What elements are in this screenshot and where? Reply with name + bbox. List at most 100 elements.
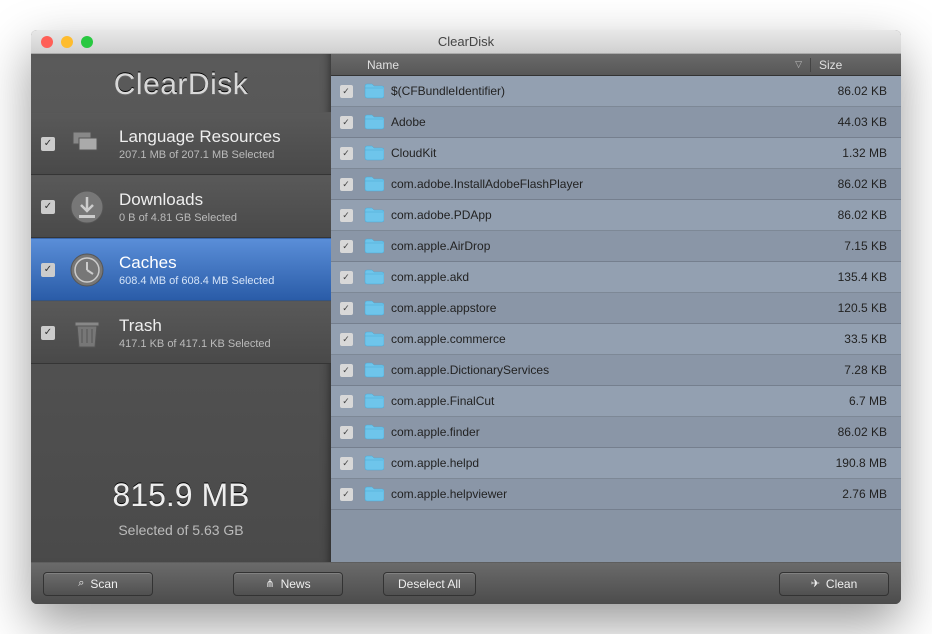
table-body[interactable]: ✓ $(CFBundleIdentifier) 86.02 KB ✓ Adobe… (331, 76, 901, 562)
close-window-button[interactable] (41, 36, 53, 48)
sidebar: ClearDisk ✓ Language Resources 207.1 MB … (31, 54, 331, 562)
broom-icon: ✈ (811, 577, 820, 590)
table-row[interactable]: ✓ com.apple.helpviewer 2.76 MB (331, 479, 901, 510)
folder-icon (361, 145, 387, 161)
folder-icon (361, 362, 387, 378)
minimize-window-button[interactable] (61, 36, 73, 48)
row-name: com.apple.appstore (387, 301, 819, 315)
row-name: com.apple.commerce (387, 332, 819, 346)
row-size: 7.15 KB (819, 239, 901, 253)
folder-icon (361, 269, 387, 285)
category-name: Language Resources (119, 127, 281, 147)
row-size: 86.02 KB (819, 425, 901, 439)
rss-icon: ⋔ (265, 577, 274, 590)
table-row[interactable]: ✓ com.adobe.PDApp 86.02 KB (331, 200, 901, 231)
row-name: com.apple.DictionaryServices (387, 363, 819, 377)
table-header: Name ▽ Size (331, 54, 901, 76)
category-checkbox[interactable]: ✓ (41, 263, 55, 277)
sidebar-category-language-resources[interactable]: ✓ Language Resources 207.1 MB of 207.1 M… (31, 112, 331, 175)
row-checkbox[interactable]: ✓ (340, 209, 353, 222)
table-row[interactable]: ✓ com.apple.akd 135.4 KB (331, 262, 901, 293)
folder-icon (361, 424, 387, 440)
table-row[interactable]: ✓ com.apple.commerce 33.5 KB (331, 324, 901, 355)
row-checkbox[interactable]: ✓ (340, 147, 353, 160)
row-checkbox[interactable]: ✓ (340, 488, 353, 501)
table-row[interactable]: ✓ com.apple.AirDrop 7.15 KB (331, 231, 901, 262)
folder-icon (361, 455, 387, 471)
row-checkbox[interactable]: ✓ (340, 395, 353, 408)
row-checkbox[interactable]: ✓ (340, 178, 353, 191)
folder-icon (361, 238, 387, 254)
row-name: com.apple.helpviewer (387, 487, 819, 501)
folder-icon (361, 83, 387, 99)
category-name: Downloads (119, 190, 237, 210)
row-name: com.apple.FinalCut (387, 394, 819, 408)
row-checkbox[interactable]: ✓ (340, 302, 353, 315)
news-button[interactable]: ⋔ News (233, 572, 343, 596)
row-name: com.apple.akd (387, 270, 819, 284)
table-row[interactable]: ✓ com.apple.appstore 120.5 KB (331, 293, 901, 324)
sidebar-category-downloads[interactable]: ✓ Downloads 0 B of 4.81 GB Selected (31, 175, 331, 238)
app-brand: ClearDisk (31, 54, 331, 112)
row-size: 190.8 MB (819, 456, 901, 470)
column-header-name[interactable]: Name ▽ (361, 58, 811, 72)
row-name: $(CFBundleIdentifier) (387, 84, 819, 98)
row-name: com.adobe.PDApp (387, 208, 819, 222)
file-list-panel: Name ▽ Size ✓ $(CFBundleIdentifier) 86.0… (331, 54, 901, 562)
category-subtitle: 417.1 KB of 417.1 KB Selected (119, 338, 271, 350)
clean-button[interactable]: ✈ Clean (779, 572, 889, 596)
sidebar-category-trash[interactable]: ✓ Trash 417.1 KB of 417.1 KB Selected (31, 301, 331, 364)
table-row[interactable]: ✓ com.adobe.InstallAdobeFlashPlayer 86.0… (331, 169, 901, 200)
table-row[interactable]: ✓ com.apple.DictionaryServices 7.28 KB (331, 355, 901, 386)
row-size: 7.28 KB (819, 363, 901, 377)
row-checkbox[interactable]: ✓ (340, 240, 353, 253)
row-checkbox[interactable]: ✓ (340, 271, 353, 284)
row-checkbox[interactable]: ✓ (340, 457, 353, 470)
column-header-size[interactable]: Size (811, 58, 901, 72)
zoom-window-button[interactable] (81, 36, 93, 48)
sidebar-category-caches[interactable]: ✓ Caches 608.4 MB of 608.4 MB Selected (31, 238, 331, 301)
row-size: 86.02 KB (819, 84, 901, 98)
folder-icon (361, 393, 387, 409)
row-checkbox[interactable]: ✓ (340, 116, 353, 129)
row-name: com.apple.helpd (387, 456, 819, 470)
titlebar: ClearDisk (31, 30, 901, 54)
table-row[interactable]: ✓ com.apple.FinalCut 6.7 MB (331, 386, 901, 417)
category-subtitle: 608.4 MB of 608.4 MB Selected (119, 275, 274, 287)
category-name: Caches (119, 253, 274, 273)
total-selected-size: 815.9 MB (31, 477, 331, 514)
row-checkbox[interactable]: ✓ (340, 364, 353, 377)
category-checkbox[interactable]: ✓ (41, 326, 55, 340)
category-subtitle: 207.1 MB of 207.1 MB Selected (119, 149, 281, 161)
category-checkbox[interactable]: ✓ (41, 200, 55, 214)
row-size: 1.32 MB (819, 146, 901, 160)
table-row[interactable]: ✓ CloudKit 1.32 MB (331, 138, 901, 169)
row-checkbox[interactable]: ✓ (340, 333, 353, 346)
row-checkbox[interactable]: ✓ (340, 426, 353, 439)
table-row[interactable]: ✓ com.apple.finder 86.02 KB (331, 417, 901, 448)
row-name: Adobe (387, 115, 819, 129)
folder-icon (361, 300, 387, 316)
deselect-all-button[interactable]: Deselect All (383, 572, 476, 596)
trash-icon (65, 311, 109, 355)
row-size: 33.5 KB (819, 332, 901, 346)
row-size: 86.02 KB (819, 177, 901, 191)
folder-icon (361, 207, 387, 223)
clock-icon (65, 248, 109, 292)
search-icon: ⌕ (78, 577, 84, 590)
row-name: com.apple.AirDrop (387, 239, 819, 253)
table-row[interactable]: ✓ com.apple.helpd 190.8 MB (331, 448, 901, 479)
category-subtitle: 0 B of 4.81 GB Selected (119, 212, 237, 224)
table-row[interactable]: ✓ $(CFBundleIdentifier) 86.02 KB (331, 76, 901, 107)
selection-totals: 815.9 MB Selected of 5.63 GB (31, 457, 331, 562)
download-icon (65, 185, 109, 229)
row-checkbox[interactable]: ✓ (340, 85, 353, 98)
app-window: ClearDisk ClearDisk ✓ Language Resources… (31, 30, 901, 604)
scan-button[interactable]: ⌕ Scan (43, 572, 153, 596)
row-size: 120.5 KB (819, 301, 901, 315)
folder-icon (361, 114, 387, 130)
table-row[interactable]: ✓ Adobe 44.03 KB (331, 107, 901, 138)
flags-icon (65, 122, 109, 166)
category-checkbox[interactable]: ✓ (41, 137, 55, 151)
row-size: 86.02 KB (819, 208, 901, 222)
